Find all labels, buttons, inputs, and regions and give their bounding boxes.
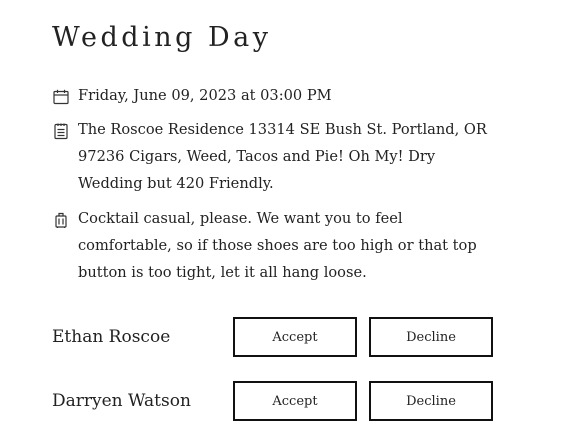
guest-row: Darryen Watson Accept Decline [52, 381, 497, 421]
event-attire: Cocktail casual, please. We want you to … [78, 210, 477, 281]
calendar-icon [52, 88, 70, 106]
suitcase-icon [52, 211, 70, 229]
accept-button[interactable]: Accept [233, 317, 357, 357]
notes-icon [52, 122, 70, 140]
accept-button[interactable]: Accept [233, 381, 357, 421]
guest-name: Ethan Roscoe [52, 327, 171, 347]
event-attire-row: Cocktail casual, please. We want you to … [52, 208, 512, 286]
guest-row: Ethan Roscoe Accept Decline [52, 317, 497, 357]
decline-button[interactable]: Decline [369, 317, 493, 357]
event-date: Friday, June 09, 2023 at 03:00 PM [78, 87, 332, 104]
decline-button[interactable]: Decline [369, 381, 493, 421]
event-location: The Roscoe Residence 13314 SE Bush St. P… [78, 121, 487, 192]
guest-name: Darryen Watson [52, 391, 191, 411]
event-location-row: The Roscoe Residence 13314 SE Bush St. P… [52, 119, 512, 197]
event-date-row: Friday, June 09, 2023 at 03:00 PM [52, 85, 512, 109]
page-title: Wedding Day [52, 22, 272, 53]
